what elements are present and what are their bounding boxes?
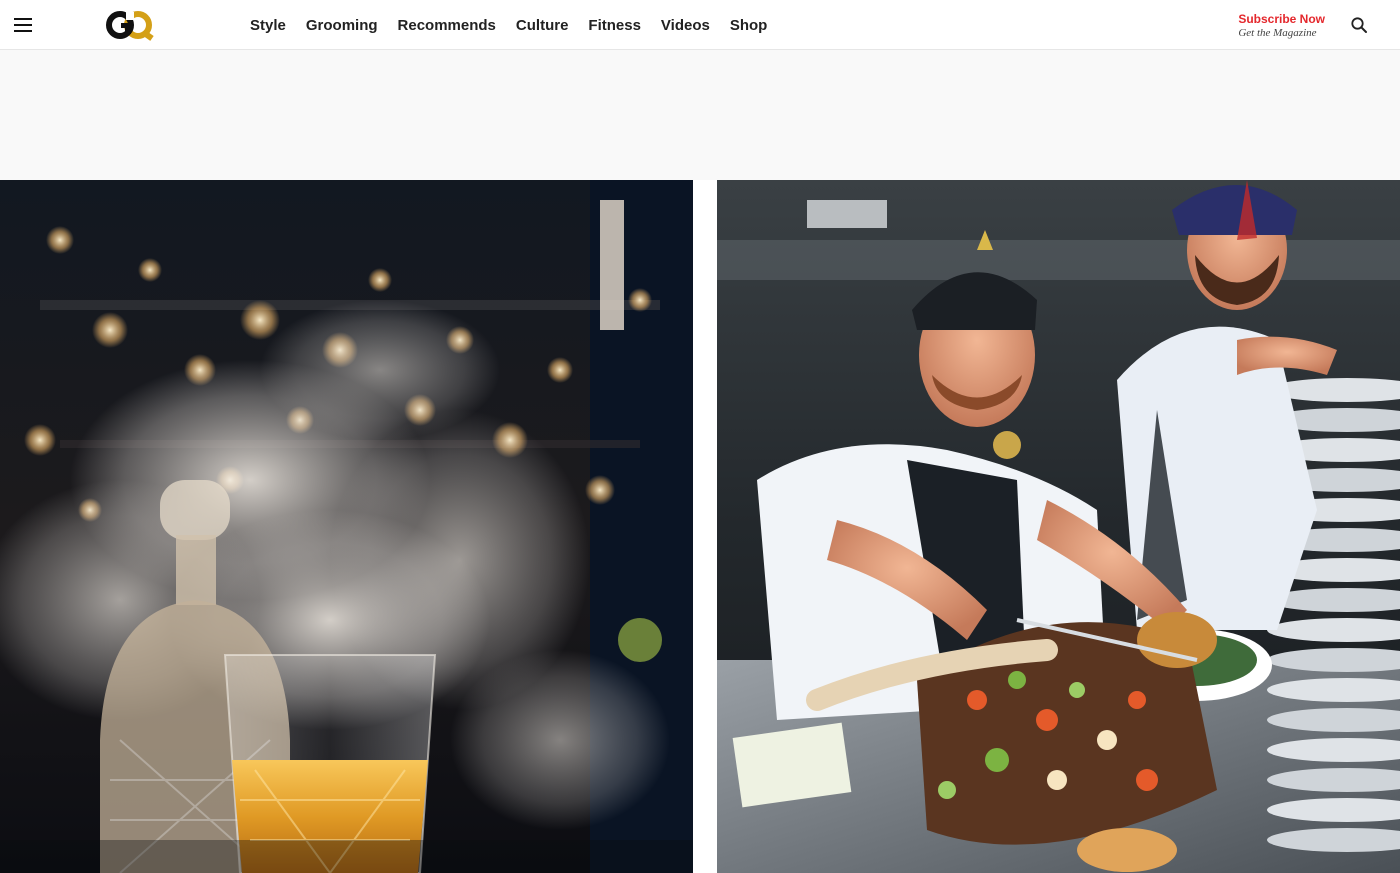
photo-gallery bbox=[0, 180, 1400, 873]
photo-whiskey-smoke[interactable] bbox=[0, 180, 693, 873]
nav-item-videos[interactable]: Videos bbox=[661, 17, 710, 34]
photo-chefs-plating[interactable] bbox=[717, 180, 1400, 873]
subscribe-subtitle: Get the Magazine bbox=[1238, 27, 1317, 39]
subscribe-link[interactable]: Subscribe Now Get the Magazine bbox=[1238, 12, 1325, 39]
main-nav: Style Grooming Recommends Culture Fitnes… bbox=[250, 0, 787, 50]
nav-item-style[interactable]: Style bbox=[250, 17, 286, 34]
gq-logo[interactable] bbox=[106, 9, 156, 41]
nav-item-culture[interactable]: Culture bbox=[516, 17, 569, 34]
subscribe-title: Subscribe Now bbox=[1238, 12, 1325, 26]
search-icon[interactable] bbox=[1350, 16, 1368, 34]
nav-item-shop[interactable]: Shop bbox=[730, 17, 768, 34]
nav-item-recommends[interactable]: Recommends bbox=[398, 17, 496, 34]
site-header: Style Grooming Recommends Culture Fitnes… bbox=[0, 0, 1400, 50]
hamburger-menu-icon[interactable] bbox=[12, 15, 34, 35]
nav-item-fitness[interactable]: Fitness bbox=[588, 17, 641, 34]
nav-item-grooming[interactable]: Grooming bbox=[306, 17, 378, 34]
ad-slot bbox=[0, 50, 1400, 180]
